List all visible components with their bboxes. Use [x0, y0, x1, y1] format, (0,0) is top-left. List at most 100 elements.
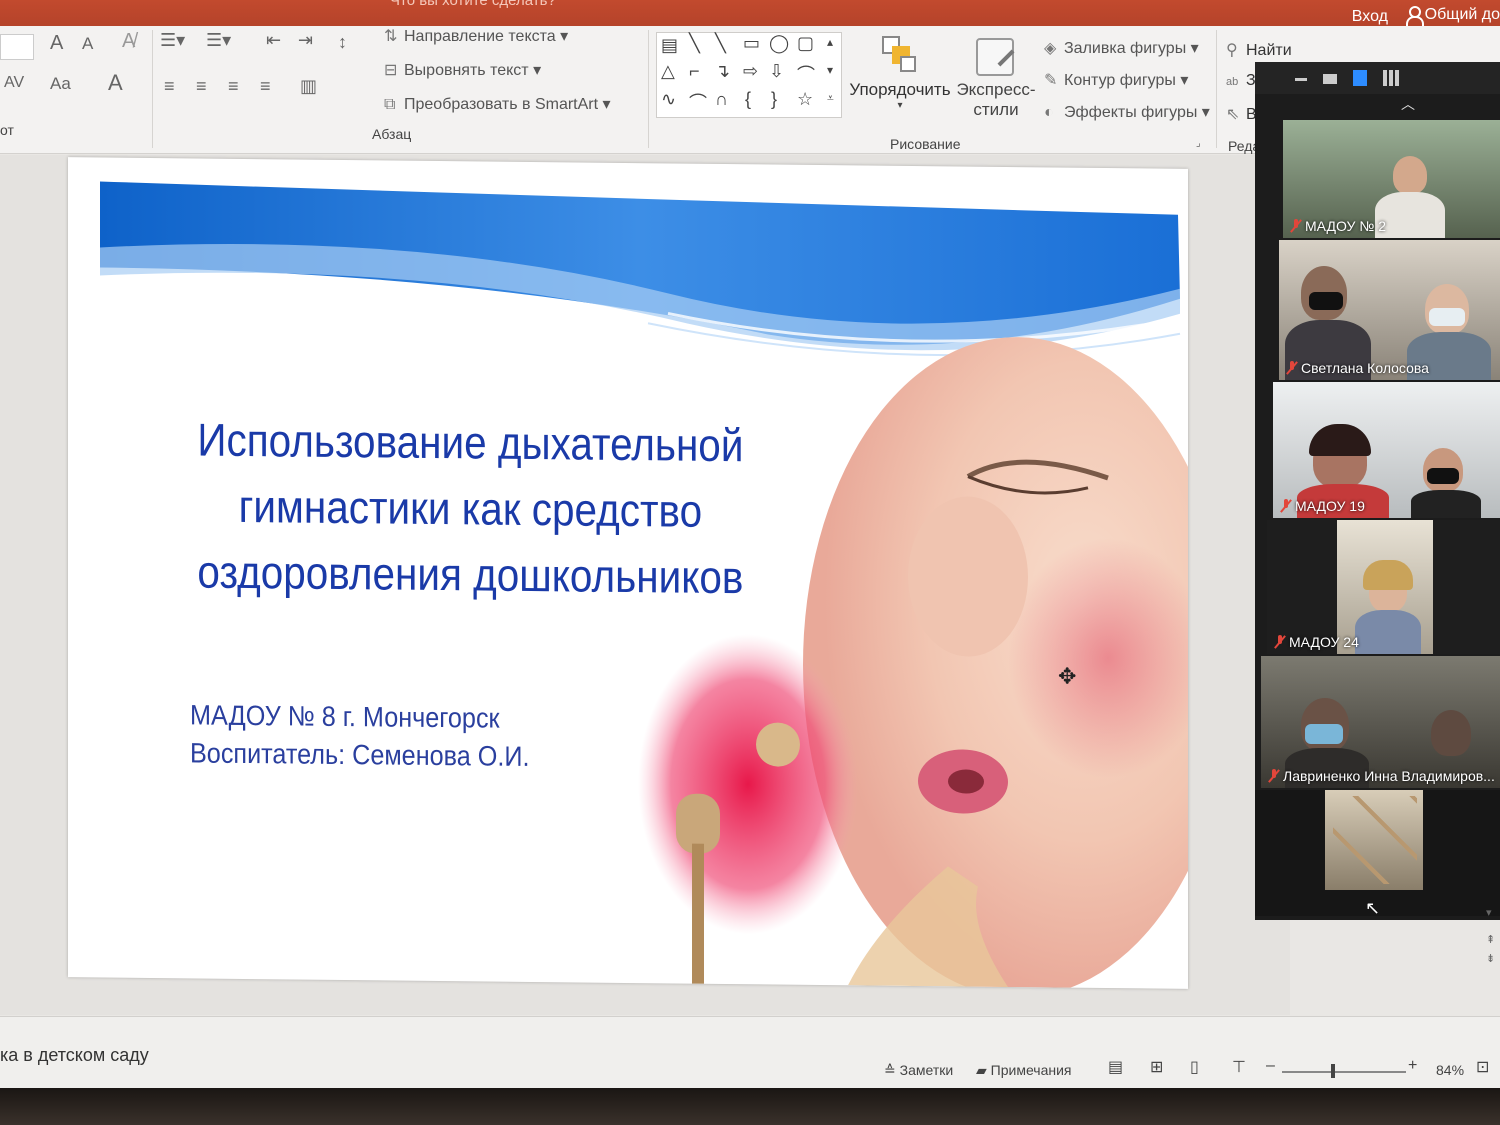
left-brace-icon[interactable]: {	[745, 89, 751, 110]
align-right-icon[interactable]: ≡	[228, 76, 239, 97]
justify-icon[interactable]: ≡	[260, 76, 271, 97]
gallery-scroll-up-icon[interactable]: ▴	[827, 35, 833, 49]
align-left-icon[interactable]: ≡	[164, 76, 175, 97]
organization-line: МАДОУ № 8 г. Мончегорск	[190, 699, 500, 734]
participant-name-text: МАДОУ 19	[1295, 498, 1365, 514]
shapes-gallery[interactable]: ▤ ╲ ╲ ▭ ◯ ▢ △ ⌐ ↴ ⇨ ⇩ ⌒ ∿ ⌒ ∩ { } ☆ ▴ ▾	[656, 32, 842, 118]
font-color-button[interactable]: A	[108, 70, 123, 96]
font-size-box[interactable]	[0, 34, 34, 60]
callout-shape-icon[interactable]: ⌒	[797, 61, 815, 87]
prev-slide-icon[interactable]: ⇞	[1486, 933, 1500, 946]
columns-icon[interactable]: ▥	[300, 76, 317, 97]
dialog-launcher-icon[interactable]: ⌟	[1196, 138, 1201, 149]
participant-tile[interactable]: МАДОУ 24	[1267, 520, 1500, 654]
shrink-font-button[interactable]: A	[82, 34, 93, 54]
line-shape-icon[interactable]: ╲	[689, 33, 700, 54]
bullets-icon[interactable]: ☰▾	[160, 30, 185, 51]
quick-styles-button[interactable]: Экспресс- стили	[956, 30, 1036, 120]
right-brace-icon[interactable]: }	[771, 89, 777, 110]
clear-format-icon[interactable]: A̸	[122, 30, 135, 53]
find-button[interactable]: ⚲ Найти	[1226, 40, 1292, 60]
mic-muted-icon	[1287, 361, 1297, 375]
down-arrow-shape-icon[interactable]: ⇩	[769, 61, 784, 82]
curve-shape-icon[interactable]: ∩	[715, 89, 728, 110]
right-arrow-shape-icon[interactable]: ⇨	[743, 61, 758, 82]
slideshow-icon[interactable]: ⊤	[1232, 1057, 1246, 1077]
find-label: Найти	[1246, 42, 1292, 59]
arc-shape-icon[interactable]: ⌒	[689, 89, 707, 115]
rectangle-shape-icon[interactable]: ▭	[743, 33, 760, 54]
participant-name: Лавриненко Инна Владимиров...	[1269, 768, 1495, 784]
next-slide-icon[interactable]: ⇟	[1486, 952, 1500, 965]
slide-title[interactable]: Использование дыхательной гимнастики как…	[180, 406, 761, 610]
participant-tile-camera[interactable]: ↖	[1255, 790, 1500, 916]
arrange-button[interactable]: Упорядочить ▾	[848, 30, 952, 111]
text-direction-button[interactable]: ⇅ Направление текста ▾	[384, 26, 568, 46]
reading-view-icon[interactable]: ▯	[1190, 1057, 1199, 1077]
normal-view-icon[interactable]: ▤	[1108, 1057, 1123, 1077]
char-spacing-button[interactable]: AV	[4, 74, 24, 92]
zoom-slider-track[interactable]	[1282, 1071, 1406, 1073]
numbering-icon[interactable]: ☰▾	[206, 30, 231, 51]
textbox-shape-icon[interactable]: ▤	[661, 35, 678, 56]
convert-smartart-label: Преобразовать в SmartArt	[404, 96, 599, 113]
slide-sorter-icon[interactable]: ⊞	[1150, 1057, 1163, 1077]
font-group-label: от	[0, 122, 14, 138]
decrease-indent-icon[interactable]: ⇤	[266, 30, 281, 51]
share-button[interactable]: Общий до	[1405, 6, 1500, 26]
scroll-up-icon[interactable]: ︿	[1401, 94, 1415, 114]
grow-font-button[interactable]: A	[50, 32, 63, 55]
triangle-shape-icon[interactable]: △	[661, 61, 675, 82]
convert-smartart-button[interactable]: ⧉ Преобразовать в SmartArt ▾	[384, 94, 611, 114]
change-case-button[interactable]: Aa	[50, 74, 71, 94]
login-link[interactable]: Вход	[1352, 8, 1388, 26]
elbow-connector-icon[interactable]: ⌐	[689, 61, 700, 82]
strip-view-icon[interactable]	[1353, 70, 1367, 86]
freeform-shape-icon[interactable]: ∿	[661, 89, 676, 110]
gallery-more-icon[interactable]: ⩡	[827, 91, 834, 106]
scroll-down-icon[interactable]: ▾	[1486, 906, 1500, 919]
zoom-in-button[interactable]: +	[1408, 1057, 1417, 1075]
grid-view-icon[interactable]	[1383, 70, 1399, 86]
slide-subtitle[interactable]: МАДОУ № 8 г. Мончегорск Воспитатель: Сем…	[190, 696, 529, 776]
fit-to-window-icon[interactable]: ⊡	[1476, 1057, 1489, 1077]
arrow-line-shape-icon[interactable]: ╲	[715, 33, 726, 54]
participant-name: Светлана Колосова	[1287, 360, 1429, 376]
quick-styles-label-2: стили	[973, 100, 1019, 119]
participant-tile[interactable]: Лавриненко Инна Владимиров...	[1261, 656, 1500, 788]
mic-muted-icon	[1275, 635, 1285, 649]
speaker-view-icon[interactable]	[1323, 74, 1337, 84]
comments-button[interactable]: ▰ Примечания	[976, 1062, 1071, 1079]
align-text-button[interactable]: ⊟ Выровнять текст ▾	[384, 60, 541, 80]
status-bar: ка в детском саду ≙ Заметки ▰ Примечания…	[0, 1016, 1500, 1088]
zoom-out-button[interactable]: –	[1266, 1057, 1275, 1075]
minimize-icon[interactable]	[1295, 78, 1307, 81]
shape-fill-button[interactable]: ◈ Заливка фигуры ▾	[1044, 38, 1199, 58]
zoom-level[interactable]: 84%	[1436, 1062, 1464, 1078]
participant-tile[interactable]: Светлана Колосова	[1279, 240, 1500, 380]
zoom-slider-thumb[interactable]	[1330, 1064, 1335, 1078]
participant-name-text: МАДОУ № 2	[1305, 218, 1387, 234]
align-center-icon[interactable]: ≡	[196, 76, 207, 97]
slide-canvas[interactable]: Использование дыхательной гимнастики как…	[68, 157, 1188, 989]
ribbon-separator	[648, 30, 649, 148]
participant-name-text: МАДОУ 24	[1289, 634, 1359, 650]
increase-indent-icon[interactable]: ⇥	[298, 30, 313, 51]
line-spacing-icon[interactable]: ↕	[338, 32, 347, 53]
gallery-scroll-down-icon[interactable]: ▾	[827, 63, 833, 77]
align-text-icon: ⊟	[384, 62, 398, 79]
rounded-rect-shape-icon[interactable]: ▢	[797, 33, 814, 54]
notes-button[interactable]: ≙ Заметки	[884, 1062, 953, 1079]
star-shape-icon[interactable]: ☆	[797, 89, 813, 110]
participant-tile[interactable]: МАДОУ 19	[1273, 382, 1500, 518]
tell-me-box[interactable]: Что вы хотите сделать?	[390, 0, 556, 9]
shape-effects-button[interactable]: ◐ Эффекты фигуры ▾	[1044, 102, 1210, 122]
oval-shape-icon[interactable]: ◯	[769, 33, 789, 54]
participant-tile[interactable]: МАДОУ № 2	[1283, 120, 1500, 238]
vertical-scrollbar[interactable]: ▾ ⇞ ⇟	[1486, 906, 1500, 976]
cursor-icon: ⇖	[1226, 106, 1240, 123]
elbow-arrow-icon[interactable]: ↴	[715, 61, 730, 82]
notes-label: Заметки	[899, 1062, 954, 1078]
slide-editor-area: Использование дыхательной гимнастики как…	[0, 155, 1290, 1015]
shape-outline-button[interactable]: ✎ Контур фигуры ▾	[1044, 70, 1188, 90]
